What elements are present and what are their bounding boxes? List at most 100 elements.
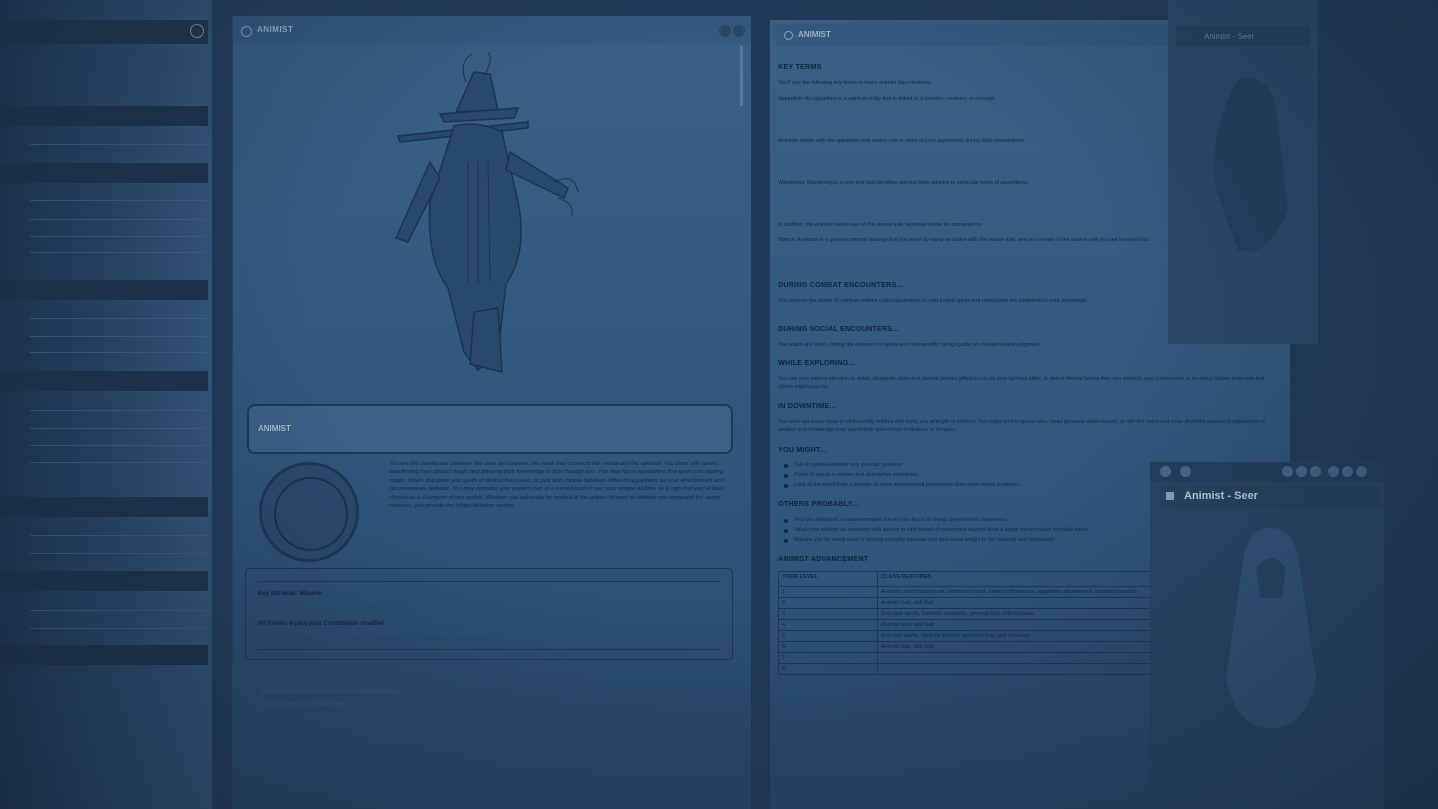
sidebar-section-5[interactable] bbox=[0, 497, 208, 517]
table-row: 8 bbox=[778, 663, 1158, 675]
window-toolbar[interactable] bbox=[1150, 462, 1384, 482]
seer-figure bbox=[1226, 528, 1316, 728]
window-title: Animist - Seer bbox=[1204, 32, 1255, 41]
divider bbox=[30, 445, 208, 446]
table-row: 1 Ancestry and background, attribute boos… bbox=[778, 586, 1158, 598]
level-cell: 5 bbox=[778, 630, 878, 642]
key-attribute-text: At 1st level, your class gives you an at… bbox=[258, 606, 411, 612]
heading-downtime: IN DOWNTIME... bbox=[778, 401, 836, 410]
close-icon[interactable] bbox=[1356, 466, 1367, 477]
level-cell: 7 bbox=[778, 652, 878, 664]
sidebar-section-1[interactable] bbox=[0, 106, 208, 126]
seer-window[interactable]: Animist - Seer bbox=[1150, 462, 1384, 809]
level-cell: 6 bbox=[778, 641, 878, 653]
toolbar-icon[interactable] bbox=[1296, 466, 1307, 477]
list-item: Prefer to speak in stories and descripti… bbox=[783, 472, 920, 478]
toolbar-icon[interactable] bbox=[1328, 466, 1339, 477]
toolbar-icon[interactable] bbox=[1342, 466, 1353, 477]
toolbar-icon[interactable] bbox=[1282, 466, 1293, 477]
key-attribute: Key Attribute: Wisdom bbox=[258, 591, 323, 597]
advancement-table: YOUR LEVEL CLASS FEATURES 1 Ancestry and … bbox=[778, 571, 1158, 675]
divider bbox=[30, 428, 208, 429]
level-cell: 8 bbox=[778, 663, 878, 675]
sidebar-section-3[interactable] bbox=[0, 280, 208, 300]
divider bbox=[30, 144, 208, 145]
divider bbox=[30, 352, 208, 353]
sidebar-section-4[interactable] bbox=[0, 371, 208, 391]
table-row: 2 Animist feat, skill feat bbox=[778, 597, 1158, 609]
heading-advancement: ANIMIST ADVANCEMENT bbox=[778, 554, 869, 563]
panel-header: ANIMIST bbox=[233, 16, 751, 44]
divider bbox=[30, 628, 208, 629]
hit-points: Hit Points: 8 plus your Constitution mod… bbox=[258, 621, 384, 627]
list-item: Value your wisdom as someone with access… bbox=[783, 527, 1090, 533]
level-cell: 3 bbox=[778, 608, 878, 620]
list-item: Look at the world from a broader or more… bbox=[784, 482, 1021, 488]
table-row: 3 2nd-rank spells, fortitude expertise, g… bbox=[778, 608, 1158, 620]
sidebar-section-2[interactable] bbox=[0, 163, 208, 183]
seer-artwork bbox=[1214, 78, 1288, 252]
table-row: 7 bbox=[778, 652, 1158, 664]
features-cell: Animist feat, skill feat bbox=[877, 597, 1158, 609]
divider bbox=[30, 553, 208, 554]
divider bbox=[30, 252, 208, 253]
features-cell: Ancestry and background, attribute boost… bbox=[877, 586, 1158, 598]
divider bbox=[30, 336, 208, 337]
animist-illustration bbox=[394, 52, 579, 373]
heading-key-terms: KEY TERMS bbox=[778, 62, 822, 71]
class-name: ANIMIST bbox=[258, 424, 291, 433]
image-icon bbox=[1166, 492, 1174, 500]
table-row: 5 3rd-rank spells, attribute boosts, ance… bbox=[778, 630, 1158, 642]
window-title-bar[interactable]: Animist - Seer bbox=[1176, 26, 1310, 46]
heading-exploring: WHILE EXPLORING... bbox=[778, 358, 856, 367]
features-cell bbox=[877, 663, 1158, 675]
heading-social: DURING SOCIAL ENCOUNTERS... bbox=[778, 324, 900, 333]
seer-title-bar[interactable]: Animist - Seer bbox=[1160, 486, 1382, 508]
toolbar-icon[interactable] bbox=[1310, 466, 1321, 477]
divider bbox=[30, 236, 208, 237]
heading-combat: DURING COMBAT ENCOUNTERS... bbox=[778, 280, 904, 289]
close-button[interactable] bbox=[733, 25, 745, 37]
close-icon[interactable] bbox=[190, 24, 204, 38]
share-icon[interactable] bbox=[1160, 466, 1171, 477]
heading-you-might: YOU MIGHT... bbox=[778, 445, 827, 454]
list-item: Talk to spiritual entities only you can … bbox=[783, 462, 904, 468]
sidebar-header bbox=[0, 20, 208, 44]
divider bbox=[30, 219, 208, 220]
placeholder-line bbox=[259, 702, 349, 706]
grid-icon[interactable] bbox=[1180, 466, 1191, 477]
list-item: Find you detached or absent-minded due t… bbox=[783, 517, 1009, 523]
level-cell: 4 bbox=[778, 619, 878, 631]
seer-title: Animist - Seer bbox=[1184, 490, 1258, 502]
class-sheet-panel: ANIMIST ANIMIST You are the interlocutor… bbox=[232, 16, 751, 809]
divider bbox=[30, 200, 208, 201]
divider bbox=[30, 318, 208, 319]
features-cell: 3rd-rank spells, attribute boosts, ances… bbox=[877, 630, 1158, 642]
table-row: 6 Animist feat, skill feat bbox=[778, 641, 1158, 653]
downtime-text: You seek out areas close to otherworldly… bbox=[778, 419, 1265, 434]
class-name-banner: ANIMIST bbox=[247, 404, 733, 454]
placeholder-line bbox=[259, 689, 399, 693]
sidebar-section-6[interactable] bbox=[0, 571, 208, 591]
image-popout-window[interactable]: Animist - Seer bbox=[1168, 0, 1318, 344]
table-header: CLASS FEATURES bbox=[877, 571, 1158, 587]
features-cell: Animist feat, skill feat bbox=[877, 641, 1158, 653]
divider bbox=[30, 535, 208, 536]
level-cell: 2 bbox=[778, 597, 878, 609]
journal-icon bbox=[784, 31, 793, 40]
list-item: Mistake you for being cruel or lacking e… bbox=[783, 537, 1055, 543]
divider bbox=[30, 610, 208, 611]
sidebar bbox=[0, 0, 212, 809]
journal-icon bbox=[241, 26, 252, 37]
key-attribute-box: Key Attribute: Wisdom At 1st level, your… bbox=[245, 568, 733, 660]
sidebar-section-7[interactable] bbox=[0, 645, 208, 665]
scrollbar[interactable] bbox=[740, 46, 743, 106]
panel-title: ANIMIST bbox=[798, 30, 831, 39]
flavor-text: You are the interlocutor between the see… bbox=[389, 461, 726, 509]
level-cell: 1 bbox=[778, 586, 878, 598]
features-cell: Animist feat, skill feat bbox=[877, 619, 1158, 631]
class-emblem bbox=[259, 462, 359, 562]
settings-button[interactable] bbox=[719, 25, 731, 37]
table-row: 4 Animist feat, skill feat bbox=[778, 619, 1158, 631]
divider bbox=[30, 410, 208, 411]
